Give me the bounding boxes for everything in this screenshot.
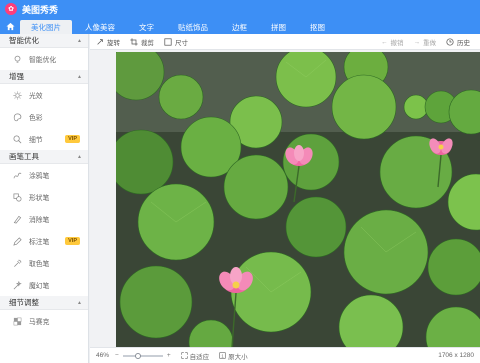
crop-icon xyxy=(130,37,138,46)
zoom-out-button[interactable]: − xyxy=(115,352,119,359)
sidebar-item-label: 光效 xyxy=(29,93,43,100)
sidebar-item-label: 细节 xyxy=(29,137,43,144)
undo-icon: ← xyxy=(381,38,388,46)
collapse-arrow-icon: ▲ xyxy=(77,73,82,80)
section-title: 细节调整 xyxy=(9,298,39,307)
sidebar-item-label: 魔幻笔 xyxy=(29,283,50,290)
sidebar-item-shape-pen[interactable]: 形状笔 xyxy=(0,186,88,208)
sidebar-item-picker-pen[interactable]: 取色笔 xyxy=(0,252,88,274)
sidebar-item-label: 涂鸦笔 xyxy=(29,173,50,180)
section-enhance[interactable]: 增强 ▲ xyxy=(0,70,88,84)
bulb-icon xyxy=(13,55,22,64)
photo-lotus-pond[interactable] xyxy=(116,52,480,347)
marker-icon xyxy=(13,236,22,246)
palette-icon xyxy=(13,113,22,122)
sidebar-item-marker-pen[interactable]: 标注笔 VIP xyxy=(0,230,88,252)
sidebar-item-label: 智能优化 xyxy=(29,57,57,64)
crop-button[interactable]: 裁剪 xyxy=(130,37,154,47)
redo-button[interactable]: → 重做 xyxy=(413,37,437,48)
sidebar-item-smart-optimize[interactable]: 智能优化 xyxy=(0,48,88,70)
zoom-level: 46% xyxy=(96,352,110,359)
lotus-photo-image xyxy=(116,52,480,347)
tab-stickers[interactable]: 贴纸饰品 xyxy=(167,20,219,34)
sidebar-item-mosaic[interactable]: 马赛克 xyxy=(0,310,88,332)
home-icon xyxy=(5,22,15,30)
picker-icon xyxy=(13,259,22,268)
tab-portrait[interactable]: 人像美容 xyxy=(74,20,126,34)
sidebar-item-label: 取色笔 xyxy=(29,261,50,268)
app-logo-icon: ✿ xyxy=(5,3,17,15)
section-title: 增强 xyxy=(9,72,24,81)
home-button[interactable] xyxy=(0,18,20,34)
resize-icon xyxy=(164,37,172,46)
sidebar: 智能优化 ▲ 智能优化 增强 ▲ 光效 色彩 细节 VIP 画笔工具 ▲ 涂鸦笔… xyxy=(0,34,89,363)
sidebar-item-label: 马赛克 xyxy=(29,319,50,326)
rotate-icon xyxy=(96,38,104,46)
tab-cutout[interactable]: 抠图 xyxy=(299,20,336,34)
canvas-area[interactable] xyxy=(90,50,480,347)
zoom-in-button[interactable]: + xyxy=(167,352,171,359)
magic-icon xyxy=(13,280,22,290)
section-title: 智能优化 xyxy=(9,36,39,45)
section-smart-optimize[interactable]: 智能优化 ▲ xyxy=(0,34,88,48)
scribble-icon xyxy=(13,171,22,180)
collapse-arrow-icon: ▲ xyxy=(77,299,82,306)
resize-label: 尺寸 xyxy=(175,39,188,47)
sidebar-item-color[interactable]: 色彩 xyxy=(0,106,88,128)
title-bar: ✿ 美图秀秀 xyxy=(0,0,480,18)
tab-collage[interactable]: 拼图 xyxy=(260,20,297,34)
fit-icon xyxy=(180,352,188,359)
section-brush-tools[interactable]: 画笔工具 ▲ xyxy=(0,150,88,164)
undo-label: 撤销 xyxy=(390,40,404,47)
tab-frames[interactable]: 边框 xyxy=(221,20,258,34)
zoom-slider-knob[interactable] xyxy=(134,352,141,359)
sidebar-item-detail[interactable]: 细节 VIP xyxy=(0,128,88,150)
rotate-label: 旋转 xyxy=(107,39,120,47)
vip-badge: VIP xyxy=(65,237,80,245)
tab-text[interactable]: 文字 xyxy=(128,20,165,34)
original-size-label: 原大小 xyxy=(228,353,248,361)
eraser-icon xyxy=(13,215,22,224)
history-label: 历史 xyxy=(457,40,470,47)
sidebar-item-label: 标注笔 xyxy=(29,239,50,246)
redo-label: 重做 xyxy=(423,40,436,47)
collapse-arrow-icon: ▲ xyxy=(77,37,82,44)
fit-button[interactable]: 自适应 xyxy=(180,351,210,361)
fit-label: 自适应 xyxy=(189,353,210,361)
sidebar-item-label: 色彩 xyxy=(29,115,43,122)
shape-icon xyxy=(13,193,22,202)
mosaic-icon xyxy=(13,317,22,326)
sidebar-item-magic-pen[interactable]: 魔幻笔 xyxy=(0,274,88,296)
magnifier-icon xyxy=(13,135,22,144)
tab-beautify[interactable]: 美化图片 xyxy=(20,20,72,34)
collapse-arrow-icon: ▲ xyxy=(77,153,82,160)
zoom-slider[interactable] xyxy=(122,352,163,359)
section-title: 画笔工具 xyxy=(9,152,39,161)
status-bar: 46% − + 自适应 1 原大小 1706 x 1280 xyxy=(90,347,480,363)
vip-badge: VIP xyxy=(65,135,80,143)
sidebar-item-doodle-pen[interactable]: 涂鸦笔 xyxy=(0,164,88,186)
sidebar-item-label: 形状笔 xyxy=(29,195,50,202)
undo-button[interactable]: ← 撤销 xyxy=(381,37,404,48)
original-size-icon: 1 xyxy=(219,352,226,359)
toolbar: 旋转 裁剪 尺寸 ← 撤销 → 重做 历史 xyxy=(90,34,480,50)
crop-label: 裁剪 xyxy=(141,39,154,47)
sidebar-item-light[interactable]: 光效 xyxy=(0,84,88,106)
resize-button[interactable]: 尺寸 xyxy=(164,37,188,47)
section-detail-adjust[interactable]: 细节调整 ▲ xyxy=(0,296,88,310)
original-size-button[interactable]: 1 原大小 xyxy=(219,351,248,361)
sidebar-item-label: 消除笔 xyxy=(29,217,50,224)
clock-icon xyxy=(446,38,454,46)
rotate-button[interactable]: 旋转 xyxy=(96,37,120,47)
image-dimensions: 1706 x 1280 xyxy=(438,352,474,359)
sidebar-item-eraser-pen[interactable]: 消除笔 xyxy=(0,208,88,230)
redo-icon: → xyxy=(413,38,421,46)
tab-bar: 美化图片 人像美容 文字 贴纸饰品 边框 拼图 抠图 xyxy=(0,18,480,34)
app-title: 美图秀秀 xyxy=(22,4,59,15)
sun-icon xyxy=(13,90,22,100)
svg-text:1: 1 xyxy=(221,353,224,358)
history-button[interactable]: 历史 xyxy=(446,37,470,47)
